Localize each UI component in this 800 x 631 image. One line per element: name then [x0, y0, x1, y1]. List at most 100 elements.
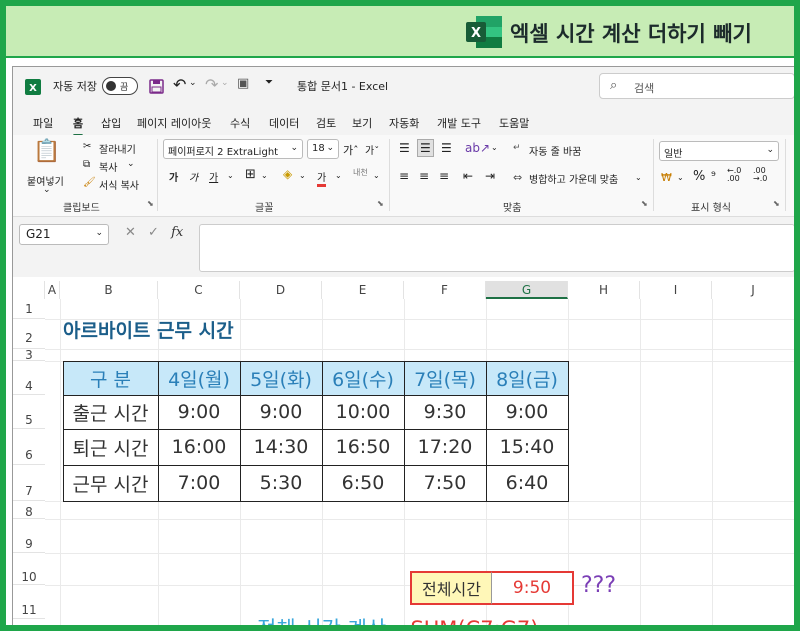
row-header[interactable]: 6	[13, 429, 45, 465]
border-icon[interactable]: ⊞	[245, 167, 256, 182]
increase-indent-icon[interactable]: ⇥	[485, 169, 495, 183]
decrease-decimal-button[interactable]: .00 →.0	[753, 167, 777, 183]
border-dropdown-icon[interactable]: ⌄	[261, 171, 268, 180]
column-header[interactable]: G	[486, 281, 568, 299]
table-cell[interactable]: 9:00	[486, 395, 568, 429]
phonetic-icon[interactable]: 내천	[353, 167, 368, 178]
table-header-cell[interactable]: 4일(월)	[158, 361, 240, 395]
table-cell[interactable]: 16:00	[158, 429, 240, 465]
merge-center-button[interactable]: 병합하고 가운데 맞춤	[529, 171, 618, 186]
align-bottom-icon[interactable]: ☰	[441, 141, 452, 155]
enter-icon[interactable]: ✓	[148, 225, 159, 240]
copy-button[interactable]: 복사	[99, 159, 117, 174]
row-header[interactable]: 1	[13, 299, 45, 319]
tab-developer[interactable]: 개발 도구	[437, 115, 481, 131]
table-header-cell[interactable]: 6일(수)	[322, 361, 404, 395]
number-format-select[interactable]: 일반 ⌄	[659, 141, 779, 161]
table-cell[interactable]: 14:30	[240, 429, 322, 465]
increase-decimal-button[interactable]: ←.0 .00	[727, 167, 749, 183]
select-all-corner[interactable]	[13, 281, 45, 299]
row-header[interactable]: 8	[13, 501, 45, 519]
fill-dropdown-icon[interactable]: ⌄	[299, 171, 306, 180]
wrap-text-icon[interactable]: ↵	[513, 143, 521, 153]
formula-input[interactable]	[199, 224, 794, 272]
form-icon[interactable]: ▣	[237, 76, 249, 91]
redo-dropdown-icon[interactable]: ⌄	[221, 78, 229, 88]
alignment-launcher-icon[interactable]: ⬊	[641, 199, 648, 208]
align-center-icon[interactable]: ≡	[419, 169, 429, 183]
increase-font-icon[interactable]: 가ˆ	[343, 142, 359, 158]
tab-insert[interactable]: 삽입	[101, 115, 121, 131]
orientation-icon[interactable]: ab↗	[465, 141, 490, 155]
underline-button[interactable]: 가	[209, 169, 218, 184]
table-row-label[interactable]: 퇴근 시간	[63, 429, 158, 465]
column-header[interactable]: H	[568, 281, 640, 299]
table-cell[interactable]: 5:30	[240, 465, 322, 501]
row-header[interactable]: 3	[13, 349, 45, 361]
italic-button[interactable]: 가	[189, 169, 198, 184]
cut-button[interactable]: 잘라내기	[99, 141, 136, 156]
tab-review[interactable]: 검토	[316, 115, 336, 131]
font-color-dropdown-icon[interactable]: ⌄	[335, 171, 342, 180]
copy-icon[interactable]: ⧉	[83, 159, 90, 170]
row-header[interactable]: 4	[13, 361, 45, 395]
percent-button[interactable]: %	[693, 169, 705, 184]
format-painter-icon[interactable]: 🖌	[83, 177, 96, 188]
tab-view[interactable]: 보기	[352, 115, 372, 131]
total-value-cell[interactable]: 9:50	[492, 571, 574, 605]
cut-icon[interactable]: ✂	[83, 141, 91, 152]
save-icon[interactable]	[149, 79, 164, 94]
redo-icon[interactable]: ↷	[205, 75, 218, 94]
align-middle-icon[interactable]: ☰	[417, 139, 434, 157]
table-cell[interactable]: 6:40	[486, 465, 568, 501]
row-header[interactable]: 5	[13, 395, 45, 429]
wrap-text-button[interactable]: 자동 줄 바꿈	[529, 143, 581, 158]
customize-qat-icon[interactable]: ⏷	[265, 77, 273, 88]
total-label-cell[interactable]: 전체시간	[410, 571, 492, 605]
table-cell[interactable]: 15:40	[486, 429, 568, 465]
number-launcher-icon[interactable]: ⬊	[773, 199, 780, 208]
currency-icon[interactable]: ₩	[661, 171, 672, 184]
column-header[interactable]: E	[322, 281, 404, 299]
bold-button[interactable]: 가	[169, 169, 178, 184]
table-cell[interactable]: 7:00	[158, 465, 240, 501]
align-right-icon[interactable]: ≡	[439, 169, 449, 183]
paste-icon[interactable]: 📋	[33, 139, 60, 164]
table-cell[interactable]: 17:20	[404, 429, 486, 465]
row-header[interactable]: 11	[13, 585, 45, 619]
font-color-button[interactable]: 가	[317, 169, 327, 187]
align-top-icon[interactable]: ☰	[399, 141, 410, 155]
tab-home[interactable]: 홈	[73, 115, 84, 137]
font-name-select[interactable]: 페이퍼로지 2 ExtraLight ⌄	[163, 139, 303, 159]
column-header[interactable]: D	[240, 281, 322, 299]
row-header[interactable]: 7	[13, 465, 45, 501]
decrease-indent-icon[interactable]: ⇤	[463, 169, 473, 183]
table-cell[interactable]: 9:00	[158, 395, 240, 429]
search-box[interactable]: ⌕ 검색	[599, 73, 794, 99]
column-header[interactable]: C	[158, 281, 240, 299]
fill-color-icon[interactable]: ◈	[283, 167, 292, 181]
autosave-toggle[interactable]: 끔	[102, 77, 138, 95]
font-size-select[interactable]: 18 ⌄	[307, 139, 339, 159]
cancel-icon[interactable]: ✕	[125, 225, 136, 240]
table-header-cell[interactable]: 5일(화)	[240, 361, 322, 395]
comma-icon[interactable]: ⁹	[711, 169, 716, 183]
table-cell[interactable]: 10:00	[322, 395, 404, 429]
sheet-title[interactable]: 아르바이트 근무 시간	[63, 316, 234, 343]
table-cell[interactable]: 9:30	[404, 395, 486, 429]
underline-dropdown-icon[interactable]: ⌄	[227, 171, 234, 180]
insert-function-icon[interactable]: fx	[171, 225, 183, 240]
tab-automate[interactable]: 자동화	[389, 115, 419, 131]
row-header[interactable]: 2	[13, 319, 45, 349]
column-header[interactable]: A	[45, 281, 60, 299]
merge-icon[interactable]: ⇔	[513, 171, 522, 184]
tab-help[interactable]: 도움말	[499, 115, 529, 131]
decrease-font-icon[interactable]: 가ˇ	[365, 142, 379, 157]
tab-formulas[interactable]: 수식	[230, 115, 250, 131]
undo-icon[interactable]: ↶	[173, 75, 186, 94]
row-header[interactable]: 10	[13, 553, 45, 585]
merge-dropdown-icon[interactable]: ⌄	[635, 173, 642, 182]
row-header[interactable]: 9	[13, 519, 45, 553]
table-cell[interactable]: 16:50	[322, 429, 404, 465]
table-cell[interactable]: 6:50	[322, 465, 404, 501]
